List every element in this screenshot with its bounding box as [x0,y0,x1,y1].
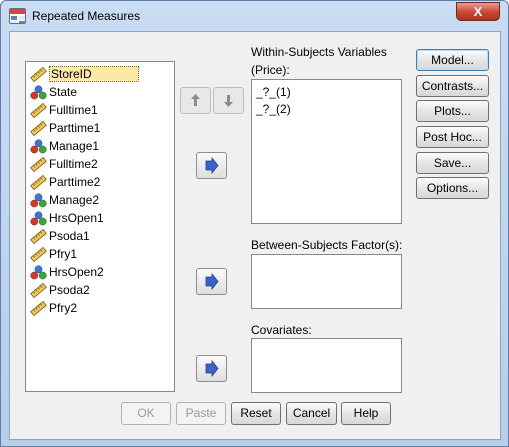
ruler-icon [30,228,47,245]
move-to-between-button[interactable] [196,268,227,295]
window-title: Repeated Measures [32,9,141,23]
variable-label: Manage2 [49,193,100,207]
variable-item[interactable]: Manage1 [28,138,172,155]
move-down-button[interactable] [213,87,244,114]
variable-label: Manage1 [49,139,100,153]
title-bar[interactable]: Repeated Measures X [1,1,508,31]
paste-button[interactable]: Paste [176,402,226,425]
down-arrow-icon [224,95,233,107]
variable-label: Pfry1 [49,247,78,261]
save-button[interactable]: Save... [416,152,489,174]
move-up-button[interactable] [180,87,211,114]
up-arrow-icon [191,94,200,106]
close-button[interactable]: X [456,2,500,21]
ruler-icon [30,300,47,317]
ruler-icon [30,102,47,119]
options-button[interactable]: Options... [416,177,489,199]
ruler-icon [30,282,47,299]
variable-item[interactable]: HrsOpen1 [28,210,172,227]
variable-item[interactable]: Manage2 [28,192,172,209]
variable-label: HrsOpen2 [49,265,104,279]
repeated-measures-dialog: Repeated Measures X StoreID State Fulltime… [0,0,509,447]
variable-item[interactable]: Psoda1 [28,228,172,245]
variable-item[interactable]: Parttime2 [28,174,172,191]
variable-label: Fulltime2 [49,157,98,171]
within-subjects-label: Within-Subjects Variables [251,45,387,59]
variable-label: State [49,85,78,99]
variable-label: Pfry2 [49,301,78,315]
move-to-covariates-button[interactable] [196,355,227,382]
cancel-button[interactable]: Cancel [286,402,337,425]
move-to-within-button[interactable] [196,152,227,179]
variable-item[interactable]: State [28,84,172,101]
variable-label: Parttime2 [49,175,101,189]
ruler-icon [30,120,47,137]
contrasts-button[interactable]: Contrasts... [416,75,489,97]
post-hoc-button[interactable]: Post Hoc... [416,126,489,148]
variable-item[interactable]: Fulltime1 [28,102,172,119]
dialog-body: StoreID State Fulltime1 Parttime1 Manage1 Ful… [9,31,501,440]
ruler-icon [30,156,47,173]
move-right-arrow-icon [205,272,219,291]
plots-button[interactable]: Plots... [416,100,489,122]
within-subjects-item[interactable]: _?_(1) [256,85,291,99]
variable-item[interactable]: Psoda2 [28,282,172,299]
variable-item[interactable]: Pfry2 [28,300,172,317]
variable-item[interactable]: Fulltime2 [28,156,172,173]
variable-label: Psoda2 [49,283,90,297]
variable-label: Psoda1 [49,229,90,243]
variable-label: StoreID [49,66,139,82]
move-right-arrow-icon [205,156,219,175]
model-button[interactable]: Model... [416,49,489,71]
nominal-balls-icon [30,193,47,208]
variable-item[interactable]: Pfry1 [28,246,172,263]
between-subjects-label: Between-Subjects Factor(s): [251,238,403,252]
within-subjects-list[interactable]: _?_(1) _?_(2) [251,79,402,224]
ruler-icon [30,246,47,263]
ruler-icon [30,174,47,191]
ruler-icon [30,66,47,83]
ok-button[interactable]: OK [121,402,171,425]
within-subjects-factor-label: (Price): [251,63,290,77]
variable-label: Fulltime1 [49,103,98,117]
move-right-arrow-icon [205,359,219,378]
between-subjects-list[interactable] [251,254,402,309]
variable-item[interactable]: StoreID [28,66,172,83]
nominal-balls-icon [30,265,47,280]
nominal-balls-icon [30,139,47,154]
help-button[interactable]: Help [341,402,391,425]
within-subjects-item[interactable]: _?_(2) [256,102,291,116]
nominal-balls-icon [30,85,47,100]
spss-app-icon [9,8,26,24]
covariates-label: Covariates: [251,323,312,337]
reset-button[interactable]: Reset [231,402,281,425]
variable-item[interactable]: HrsOpen2 [28,264,172,281]
source-variable-list[interactable]: StoreID State Fulltime1 Parttime1 Manage1 Ful… [25,61,175,392]
variable-item[interactable]: Parttime1 [28,120,172,137]
variable-label: HrsOpen1 [49,211,104,225]
variable-label: Parttime1 [49,121,101,135]
nominal-balls-icon [30,211,47,226]
covariates-list[interactable] [251,338,402,393]
